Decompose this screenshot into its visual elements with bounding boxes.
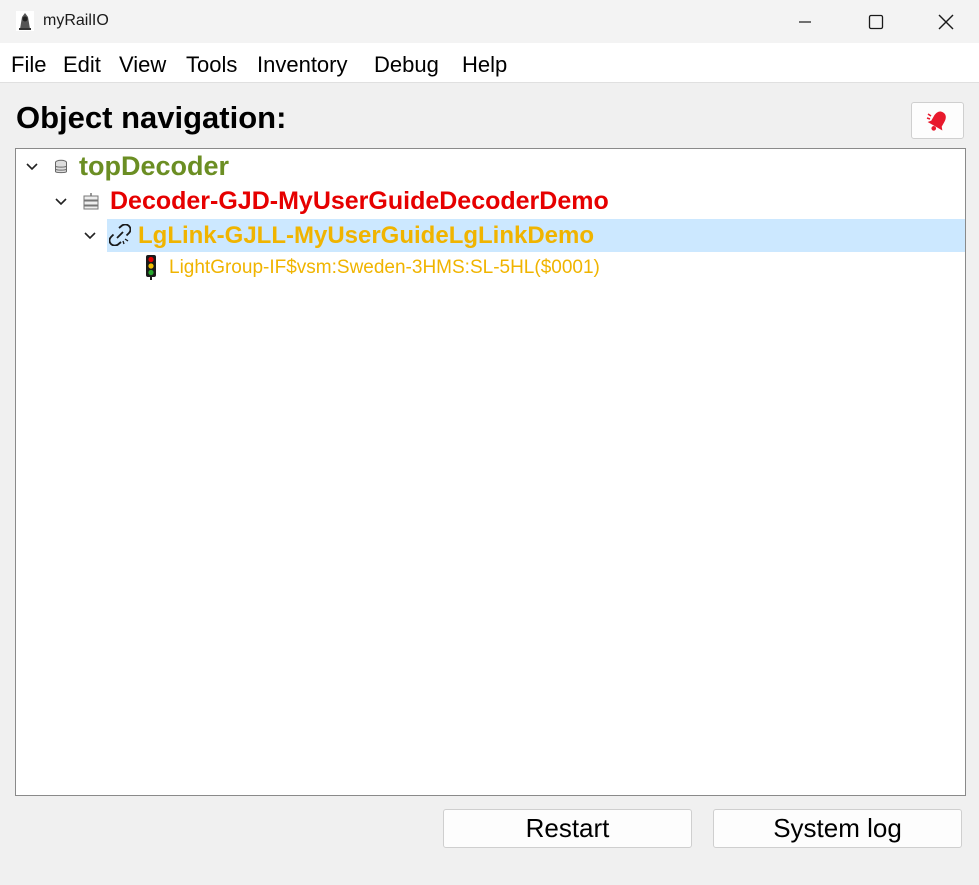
chevron-down-icon[interactable] [54,195,68,209]
traffic-light-icon [146,255,156,280]
node-label: Decoder-GJD-MyUserGuideDecoderDemo [110,187,609,215]
menu-file[interactable]: File [11,52,46,78]
database-icon [55,159,67,174]
tree-node-topdecoder[interactable]: topDecoder [16,149,965,185]
alarm-bell-icon [926,111,946,131]
menu-inventory[interactable]: Inventory [257,52,348,78]
maximize-button[interactable] [841,0,911,43]
node-label: topDecoder [79,151,230,181]
menu-bar: File Edit View Tools Inventory Debug Hel… [0,43,979,82]
minimize-icon [799,20,811,23]
node-label: LgLink-GJLL-MyUserGuideLgLinkDemo [138,222,595,249]
broken-link-icon [109,224,131,246]
menu-help[interactable]: Help [462,52,507,78]
minimize-button[interactable] [770,0,840,43]
chevron-down-icon[interactable] [83,229,97,243]
close-icon [938,14,954,29]
restart-button[interactable]: Restart [443,809,692,848]
chevron-down-icon[interactable] [25,160,39,174]
node-label: LightGroup-IF$vsm:Sweden-3HMS:SL-5HL($00… [169,257,600,278]
decoder-icon [83,193,99,210]
menu-edit[interactable]: Edit [63,52,101,78]
tree-node-decoder[interactable]: Decoder-GJD-MyUserGuideDecoderDemo [16,185,965,219]
system-log-button[interactable]: System log [713,809,962,848]
close-button[interactable] [911,0,979,43]
toolbar-separator [0,82,979,97]
panel-title: Object navigation: [16,100,287,135]
alarm-button[interactable] [911,102,964,139]
object-tree[interactable]: topDecoder Decoder-GJD-MyUserGuideDecode… [15,148,966,796]
app-logo-icon [16,11,34,31]
title-bar: myRailIO [0,0,979,43]
window-title: myRailIO [43,12,109,29]
maximize-icon [868,14,884,29]
menu-tools[interactable]: Tools [186,52,237,78]
menu-view[interactable]: View [119,52,166,78]
menu-debug[interactable]: Debug [374,52,439,78]
tree-node-lglink[interactable]: LgLink-GJLL-MyUserGuideLgLinkDemo [16,219,965,252]
tree-node-lightgroup[interactable]: LightGroup-IF$vsm:Sweden-3HMS:SL-5HL($00… [16,252,965,282]
